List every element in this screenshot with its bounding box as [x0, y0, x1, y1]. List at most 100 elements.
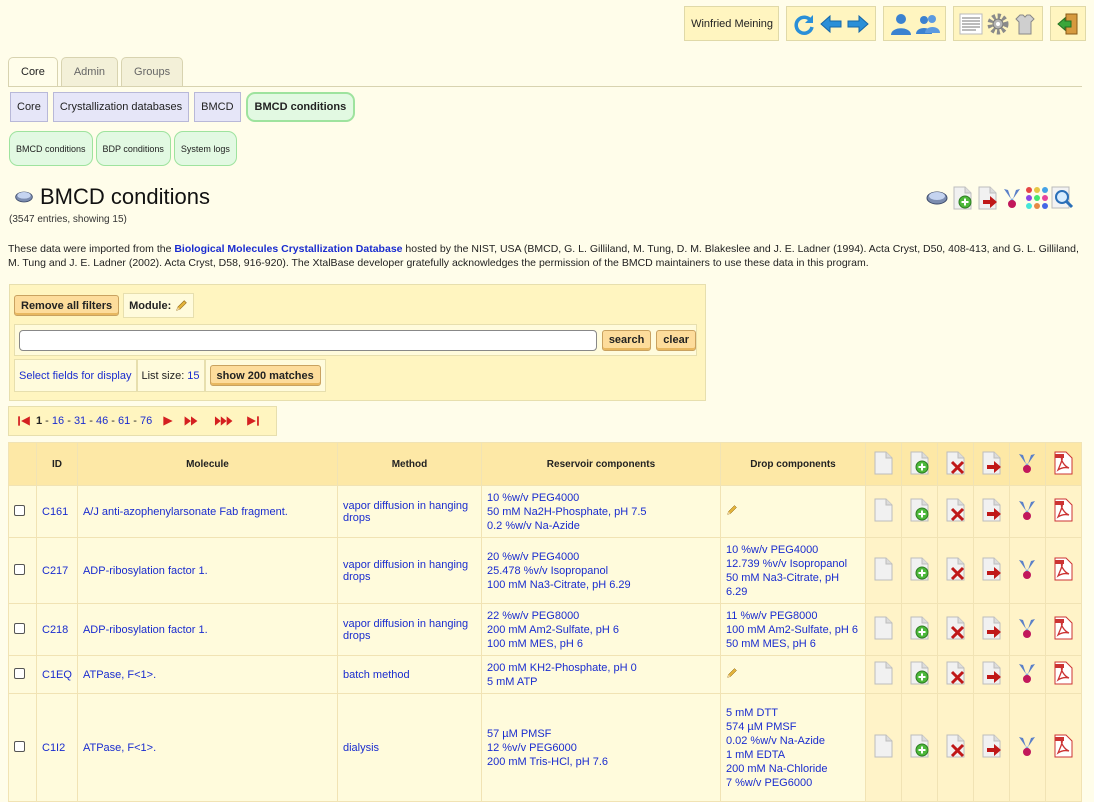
- clear-button[interactable]: clear: [656, 329, 696, 351]
- forward-arrow-icon[interactable]: [846, 12, 870, 36]
- header-molecule[interactable]: Molecule: [76, 442, 338, 486]
- remove-filters-button[interactable]: Remove all filters: [14, 295, 120, 316]
- row-molecule[interactable]: ATPase, F<1>.: [83, 669, 156, 681]
- header-drop[interactable]: Drop components: [719, 442, 866, 486]
- tab-core[interactable]: Core: [8, 57, 58, 86]
- pencil-icon[interactable]: [175, 299, 188, 312]
- document-icon[interactable]: [871, 557, 895, 581]
- back-arrow-icon[interactable]: [819, 12, 843, 36]
- reservoir-component[interactable]: 10 %w/v PEG4000: [487, 491, 715, 505]
- reservoir-component[interactable]: 0.2 %w/v Na-Azide: [487, 519, 715, 533]
- users-icon[interactable]: [916, 12, 940, 36]
- row-molecule[interactable]: ADP-ribosylation factor 1.: [83, 565, 208, 577]
- reservoir-component[interactable]: 5 mM ATP: [487, 675, 715, 689]
- row-method[interactable]: batch method: [343, 669, 410, 681]
- drop-component[interactable]: 0.02 %w/v Na-Azide: [726, 734, 860, 748]
- add-document-icon[interactable]: [907, 557, 931, 581]
- page-link[interactable]: 46: [96, 415, 108, 427]
- crystal-icon[interactable]: [1015, 661, 1039, 685]
- reservoir-component[interactable]: 12 %v/v PEG6000: [487, 741, 715, 755]
- reservoir-component[interactable]: 25.478 %v/v Isopropanol: [487, 564, 715, 578]
- drop-component[interactable]: 574 µM PMSF: [726, 720, 860, 734]
- pdf-icon[interactable]: [1051, 451, 1075, 475]
- move-document-icon[interactable]: [979, 498, 1003, 522]
- zoom-icon[interactable]: [1050, 186, 1074, 210]
- reservoir-component[interactable]: 22 %w/v PEG8000: [487, 609, 715, 623]
- header-reservoir[interactable]: Reservoir components: [480, 442, 721, 486]
- row-method[interactable]: vapor diffusion in hanging drops: [343, 500, 468, 524]
- document-icon[interactable]: [871, 498, 895, 522]
- page-link[interactable]: 76: [140, 415, 152, 427]
- header-id[interactable]: ID: [36, 442, 78, 486]
- move-document-icon[interactable]: [979, 557, 1003, 581]
- database-icon[interactable]: [925, 186, 949, 210]
- reservoir-component[interactable]: 200 mM Tris-HCl, pH 7.6: [487, 755, 715, 769]
- show-matches-button[interactable]: show 200 matches: [209, 365, 321, 386]
- crystal-icon[interactable]: [1015, 616, 1039, 640]
- row-id[interactable]: C1EQ: [42, 669, 72, 681]
- row-molecule[interactable]: ATPase, F<1>.: [83, 742, 156, 754]
- delete-document-icon[interactable]: [943, 451, 967, 475]
- crystal-icon[interactable]: [1015, 498, 1039, 522]
- add-document-icon[interactable]: [907, 498, 931, 522]
- subnav-bdp-conditions[interactable]: BDP conditions: [95, 131, 171, 166]
- breadcrumb-bmcd-conditions[interactable]: BMCD conditions: [245, 92, 356, 122]
- pencil-icon[interactable]: [726, 504, 738, 516]
- add-document-icon[interactable]: [907, 451, 931, 475]
- add-document-icon[interactable]: [950, 186, 974, 210]
- subnav-bmcd-conditions[interactable]: BMCD conditions: [9, 131, 93, 166]
- pdf-icon[interactable]: [1051, 557, 1075, 581]
- drop-component[interactable]: 50 mM Na3-Citrate, pH 6.29: [726, 571, 860, 599]
- crystal-icon[interactable]: [1000, 186, 1024, 210]
- move-document-icon[interactable]: [979, 734, 1003, 758]
- reservoir-component[interactable]: 20 %w/v PEG4000: [487, 550, 715, 564]
- row-method[interactable]: vapor diffusion in hanging drops: [343, 559, 468, 583]
- reservoir-component[interactable]: 50 mM Na2H-Phosphate, pH 7.5: [487, 505, 715, 519]
- refresh-icon[interactable]: [792, 12, 816, 36]
- color-grid-icon[interactable]: [1025, 186, 1049, 210]
- breadcrumb-core[interactable]: Core: [10, 92, 48, 122]
- document-icon[interactable]: [959, 12, 983, 36]
- delete-document-icon[interactable]: [943, 734, 967, 758]
- document-icon[interactable]: [871, 661, 895, 685]
- drop-component[interactable]: 200 mM Na-Chloride: [726, 762, 860, 776]
- logout-icon[interactable]: [1056, 12, 1080, 36]
- gear-icon[interactable]: [986, 12, 1010, 36]
- delete-document-icon[interactable]: [943, 557, 967, 581]
- drop-component[interactable]: 7 %w/v PEG6000: [726, 776, 860, 790]
- row-checkbox[interactable]: [14, 740, 25, 752]
- row-method[interactable]: dialysis: [343, 742, 379, 754]
- last-page-icon[interactable]: [246, 414, 260, 428]
- reservoir-component[interactable]: 200 mM Am2-Sulfate, pH 6: [487, 623, 715, 637]
- row-checkbox[interactable]: [14, 622, 25, 634]
- drop-component[interactable]: 50 mM MES, pH 6: [726, 637, 860, 651]
- drop-component[interactable]: 5 mM DTT: [726, 706, 860, 720]
- row-checkbox[interactable]: [14, 667, 25, 679]
- pdf-icon[interactable]: [1051, 661, 1075, 685]
- row-checkbox[interactable]: [14, 504, 25, 516]
- row-id[interactable]: C218: [42, 624, 68, 636]
- drop-component[interactable]: 100 mM Am2-Sulfate, pH 6: [726, 623, 860, 637]
- add-document-icon[interactable]: [907, 661, 931, 685]
- list-size-value[interactable]: 15: [187, 370, 199, 382]
- crystal-icon[interactable]: [1015, 451, 1039, 475]
- row-id[interactable]: C1I2: [42, 742, 65, 754]
- delete-document-icon[interactable]: [943, 498, 967, 522]
- pdf-icon[interactable]: [1051, 498, 1075, 522]
- row-molecule[interactable]: A/J anti-azophenylarsonate Fab fragment.: [83, 506, 288, 518]
- crystal-icon[interactable]: [1015, 557, 1039, 581]
- move-document-icon[interactable]: [979, 661, 1003, 685]
- user-box[interactable]: Winfried Meining: [684, 6, 779, 41]
- shirt-icon[interactable]: [1013, 12, 1037, 36]
- search-button[interactable]: search: [601, 329, 652, 351]
- add-document-icon[interactable]: [907, 734, 931, 758]
- pdf-icon[interactable]: [1051, 734, 1075, 758]
- page-link[interactable]: 16: [52, 415, 64, 427]
- reservoir-component[interactable]: 57 µM PMSF: [487, 727, 715, 741]
- add-document-icon[interactable]: [907, 616, 931, 640]
- delete-document-icon[interactable]: [943, 616, 967, 640]
- reservoir-component[interactable]: 100 mM Na3-Citrate, pH 6.29: [487, 578, 715, 592]
- reservoir-component[interactable]: 200 mM KH2-Phosphate, pH 0: [487, 661, 715, 675]
- next-page-icon[interactable]: [161, 414, 175, 428]
- crystal-icon[interactable]: [1015, 734, 1039, 758]
